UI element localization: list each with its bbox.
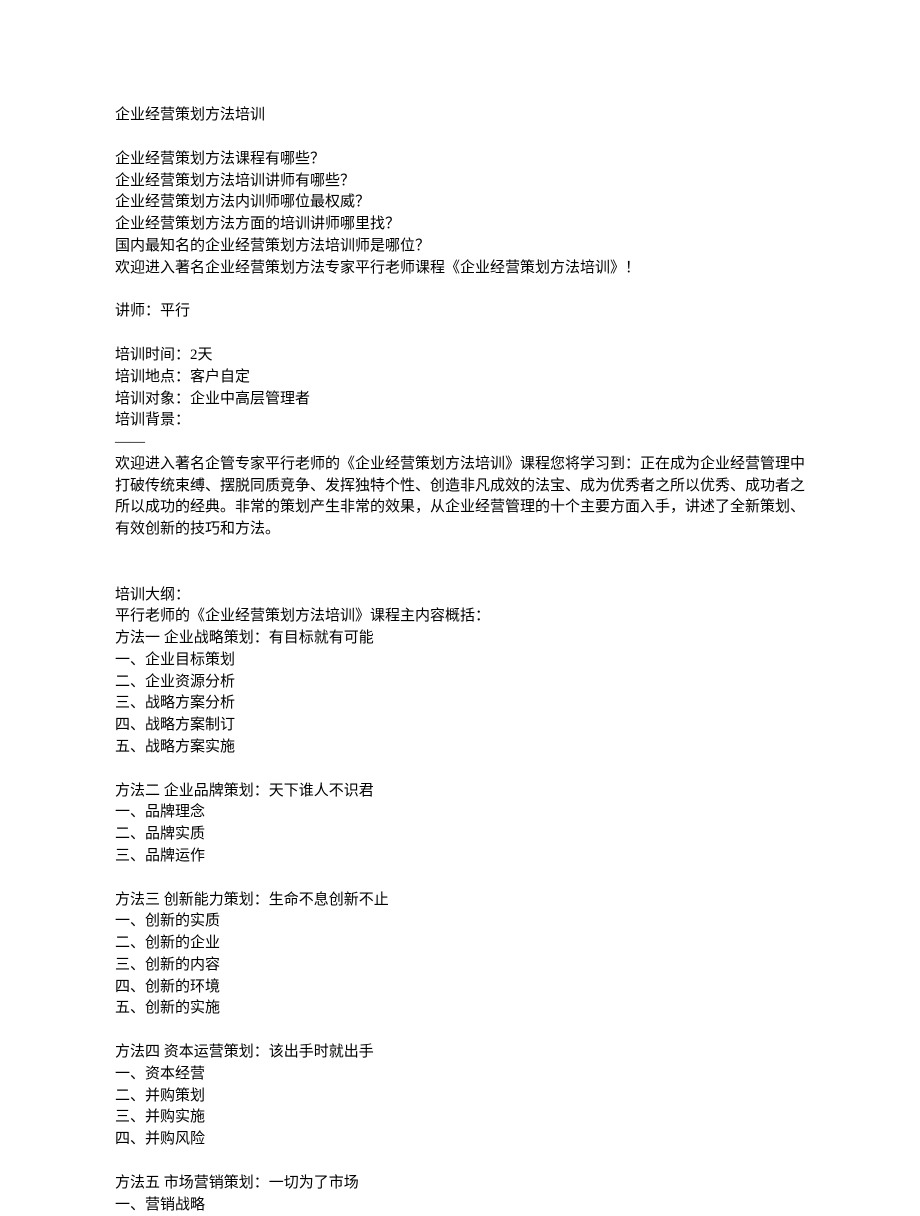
method2-block: 方法二 企业品牌策划：天下谁人不识君 一、品牌理念 二、品牌实质 三、品牌运作: [115, 781, 805, 868]
method-item: 二、并购策划: [115, 1086, 805, 1108]
outline-subheader: 平行老师的《企业经营策划方法培训》课程主内容概括：: [115, 606, 805, 628]
method-item: 一、企业目标策划: [115, 650, 805, 672]
divider: ——: [115, 432, 805, 454]
title-text: 企业经营策划方法培训: [115, 105, 805, 127]
intro-question: 企业经营策划方法内训师哪位最权威？: [115, 192, 805, 214]
intro-question: 企业经营策划方法方面的培训讲师哪里找？: [115, 214, 805, 236]
method-title: 方法二 企业品牌策划：天下谁人不识君: [115, 781, 805, 803]
method-item: 四、并购风险: [115, 1129, 805, 1151]
method-item: 四、创新的环境: [115, 977, 805, 999]
training-location: 培训地点：客户自定: [115, 367, 805, 389]
intro-question: 国内最知名的企业经营策划方法培训师是哪位？: [115, 236, 805, 258]
instructor-block: 讲师：平行: [115, 301, 805, 323]
method-item: 三、品牌运作: [115, 846, 805, 868]
training-duration: 培训时间：2天: [115, 345, 805, 367]
method5-block: 方法五 市场营销策划：一切为了市场 一、营销战略: [115, 1173, 805, 1216]
training-info-block: 培训时间：2天 培训地点：客户自定 培训对象：企业中高层管理者 培训背景： ——…: [115, 345, 805, 541]
method3-block: 方法三 创新能力策划：生命不息创新不止 一、创新的实质 二、创新的企业 三、创新…: [115, 890, 805, 1021]
method-item: 一、资本经营: [115, 1064, 805, 1086]
method-item: 四、战略方案制订: [115, 715, 805, 737]
intro-question: 企业经营策划方法培训讲师有哪些？: [115, 171, 805, 193]
intro-questions-block: 企业经营策划方法课程有哪些？ 企业经营策划方法培训讲师有哪些？ 企业经营策划方法…: [115, 149, 805, 280]
method-item: 一、品牌理念: [115, 802, 805, 824]
method-item: 三、并购实施: [115, 1107, 805, 1129]
outline-header: 培训大纲：: [115, 585, 805, 607]
method1-block: 方法一 企业战略策划：有目标就有可能 一、企业目标策划 二、企业资源分析 三、战…: [115, 628, 805, 759]
training-background-text: 欢迎进入著名企管专家平行老师的《企业经营策划方法培训》课程您将学习到：正在成为企…: [115, 454, 805, 541]
method-item: 三、创新的内容: [115, 955, 805, 977]
method-item: 二、创新的企业: [115, 933, 805, 955]
training-target: 培训对象：企业中高层管理者: [115, 389, 805, 411]
method-item: 一、营销战略: [115, 1195, 805, 1216]
method-item: 二、品牌实质: [115, 824, 805, 846]
intro-question: 企业经营策划方法课程有哪些？: [115, 149, 805, 171]
intro-question: 欢迎进入著名企业经营策划方法专家平行老师课程《企业经营策划方法培训》！: [115, 258, 805, 280]
method-item: 三、战略方案分析: [115, 693, 805, 715]
method-title: 方法五 市场营销策划：一切为了市场: [115, 1173, 805, 1195]
training-background-label: 培训背景：: [115, 410, 805, 432]
method-item: 一、创新的实质: [115, 911, 805, 933]
document-title: 企业经营策划方法培训: [115, 105, 805, 127]
instructor-line: 讲师：平行: [115, 301, 805, 323]
method-item: 五、创新的实施: [115, 998, 805, 1020]
method-title: 方法四 资本运营策划：该出手时就出手: [115, 1042, 805, 1064]
method-item: 五、战略方案实施: [115, 737, 805, 759]
outline-header-block: 培训大纲： 平行老师的《企业经营策划方法培训》课程主内容概括：: [115, 585, 805, 629]
method4-block: 方法四 资本运营策划：该出手时就出手 一、资本经营 二、并购策划 三、并购实施 …: [115, 1042, 805, 1151]
method-item: 二、企业资源分析: [115, 672, 805, 694]
method-title: 方法一 企业战略策划：有目标就有可能: [115, 628, 805, 650]
method-title: 方法三 创新能力策划：生命不息创新不止: [115, 890, 805, 912]
